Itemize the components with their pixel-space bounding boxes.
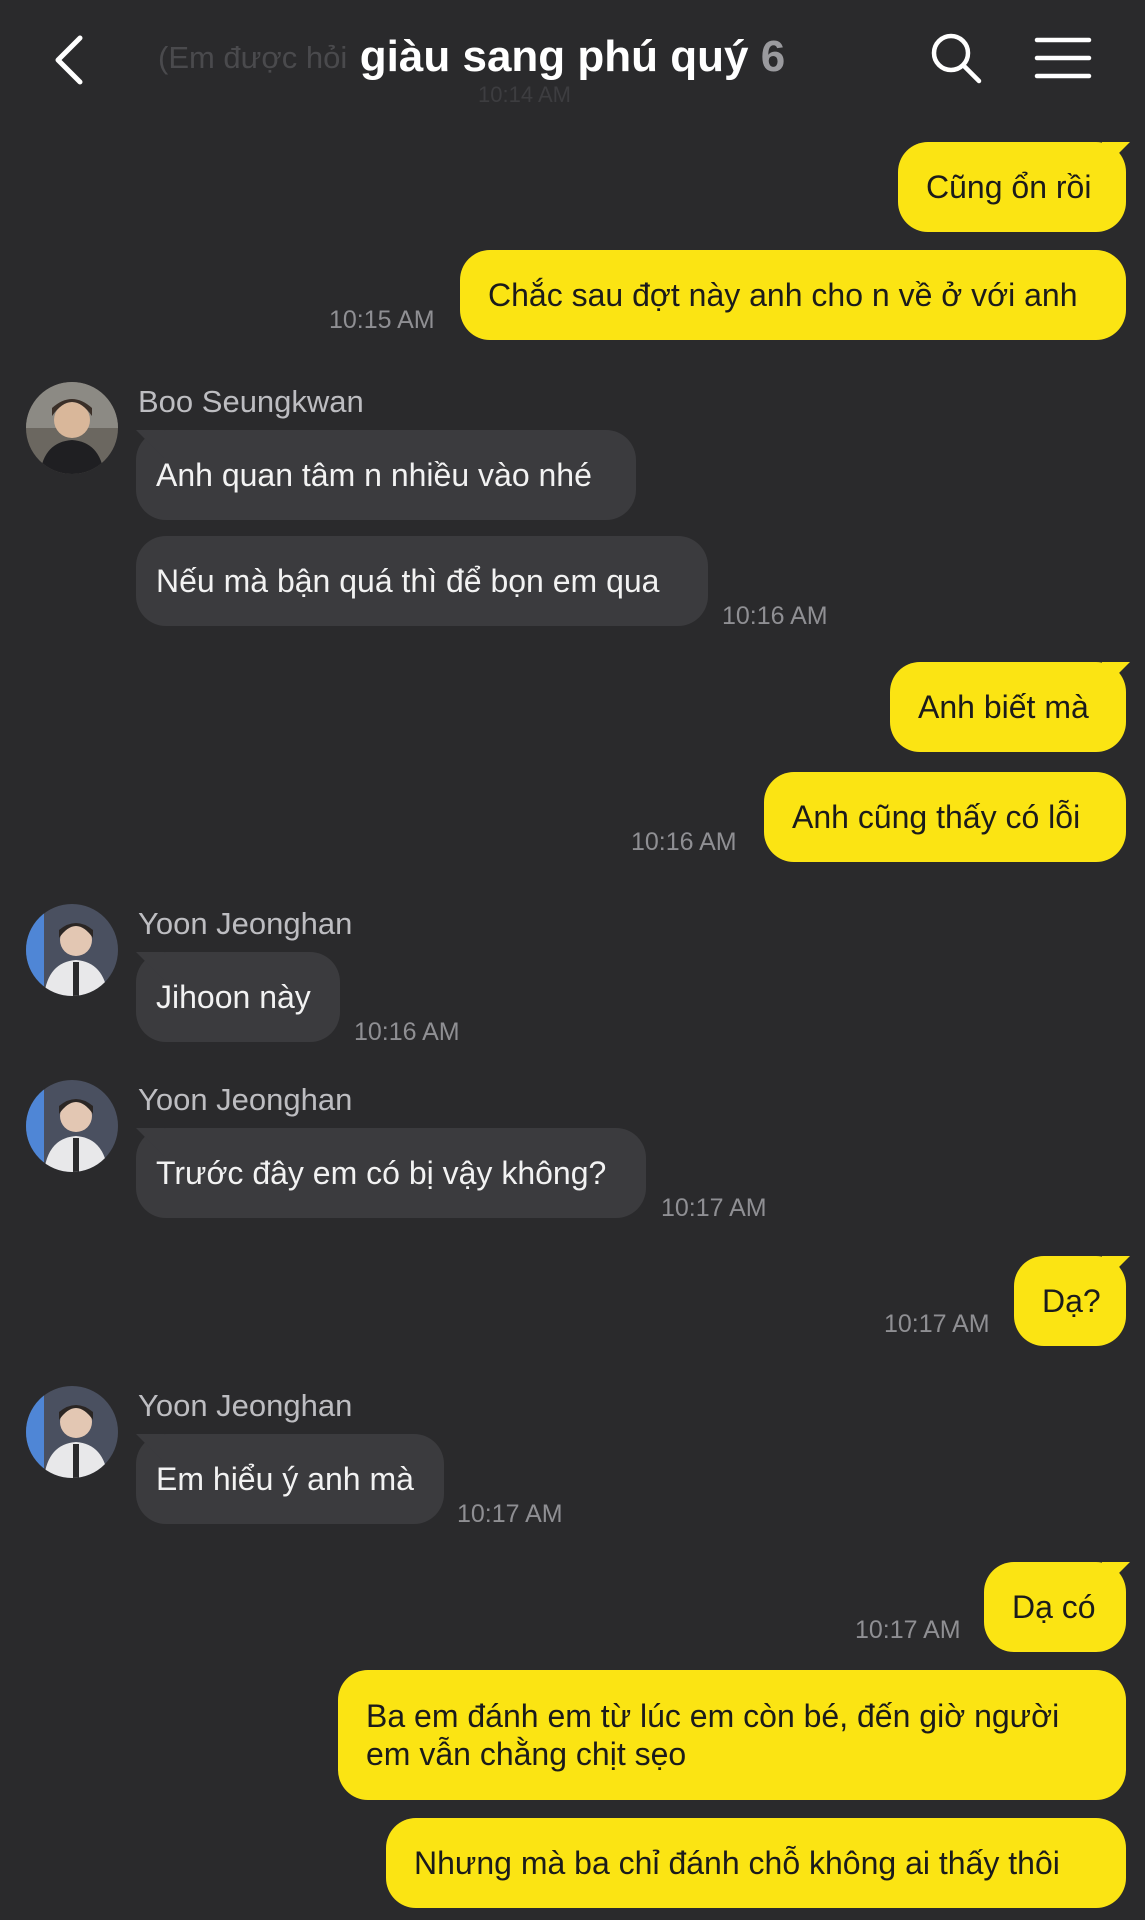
their-message-bubble[interactable]: Trước đây em có bị vậy không? bbox=[136, 1128, 646, 1218]
message-text: Anh biết mà bbox=[918, 689, 1089, 725]
sender-name: Yoon Jeonghan bbox=[138, 906, 353, 941]
chat-header: (Em được hỏi 10:14 AM giàu sang phú quý … bbox=[0, 0, 1145, 120]
message-text: Nhưng mà ba chỉ đánh chỗ không ai thấy t… bbox=[414, 1845, 1060, 1881]
sender-name: Boo Seungkwan bbox=[138, 384, 364, 419]
my-message-bubble[interactable]: Anh cũng thấy có lỗi bbox=[764, 772, 1126, 862]
my-message-bubble[interactable]: Anh biết mà bbox=[890, 662, 1126, 752]
avatar-photo bbox=[26, 1386, 118, 1478]
sender-name: Yoon Jeonghan bbox=[138, 1388, 353, 1423]
avatar[interactable] bbox=[26, 904, 118, 996]
message-text: Em hiểu ý anh mà bbox=[156, 1461, 414, 1497]
message-text: Dạ? bbox=[1042, 1283, 1101, 1319]
avatar-photo bbox=[26, 904, 118, 996]
my-message-bubble[interactable]: Ba em đánh em từ lúc em còn bé, đến giờ … bbox=[338, 1670, 1126, 1800]
avatar-photo bbox=[26, 1080, 118, 1172]
member-count: 6 bbox=[760, 32, 786, 81]
avatar-photo bbox=[26, 382, 118, 474]
message-timestamp: 10:17 AM bbox=[855, 1616, 961, 1644]
message-text: Anh quan tâm n nhiều vào nhé bbox=[156, 457, 592, 493]
message-text: Anh cũng thấy có lỗi bbox=[792, 799, 1081, 835]
message-text: Cũng ổn rồi bbox=[926, 169, 1092, 205]
message-text: Trước đây em có bị vậy không? bbox=[156, 1155, 607, 1191]
search-icon[interactable] bbox=[928, 30, 984, 86]
message-timestamp: 10:17 AM bbox=[884, 1310, 990, 1338]
message-text: Jihoon này bbox=[156, 979, 311, 1015]
message-text: Ba em đánh em từ lúc em còn bé, đến giờ … bbox=[366, 1698, 1060, 1772]
my-message-bubble[interactable]: Nhưng mà ba chỉ đánh chỗ không ai thấy t… bbox=[386, 1818, 1126, 1908]
message-text: Dạ có bbox=[1012, 1589, 1096, 1625]
message-timestamp: 10:17 AM bbox=[661, 1194, 767, 1222]
hamburger-menu-icon[interactable] bbox=[1034, 34, 1092, 82]
scrolled-message-time: 10:14 AM bbox=[478, 82, 571, 107]
avatar[interactable] bbox=[26, 382, 118, 474]
their-message-bubble[interactable]: Em hiểu ý anh mà bbox=[136, 1434, 444, 1524]
sender-name: Yoon Jeonghan bbox=[138, 1082, 353, 1117]
my-message-bubble[interactable]: Chắc sau đợt này anh cho n về ở với anh bbox=[460, 250, 1126, 340]
group-name: giàu sang phú quý bbox=[359, 32, 749, 81]
my-message-bubble[interactable]: Cũng ổn rồi bbox=[898, 142, 1126, 232]
avatar[interactable] bbox=[26, 1386, 118, 1478]
their-message-bubble[interactable]: Jihoon này bbox=[136, 952, 340, 1042]
message-text: Chắc sau đợt này anh cho n về ở với anh bbox=[488, 277, 1078, 313]
their-message-bubble[interactable]: Anh quan tâm n nhiều vào nhé bbox=[136, 430, 636, 520]
their-message-bubble[interactable]: Nếu mà bận quá thì để bọn em qua bbox=[136, 536, 708, 626]
message-timestamp: 10:15 AM bbox=[329, 306, 435, 334]
message-timestamp: 10:16 AM bbox=[631, 828, 737, 856]
message-text: Nếu mà bận quá thì để bọn em qua bbox=[156, 563, 660, 599]
message-timestamp: 10:17 AM bbox=[457, 1500, 563, 1528]
message-timestamp: 10:16 AM bbox=[354, 1018, 460, 1046]
avatar[interactable] bbox=[26, 1080, 118, 1172]
message-timestamp: 10:16 AM bbox=[722, 602, 828, 630]
